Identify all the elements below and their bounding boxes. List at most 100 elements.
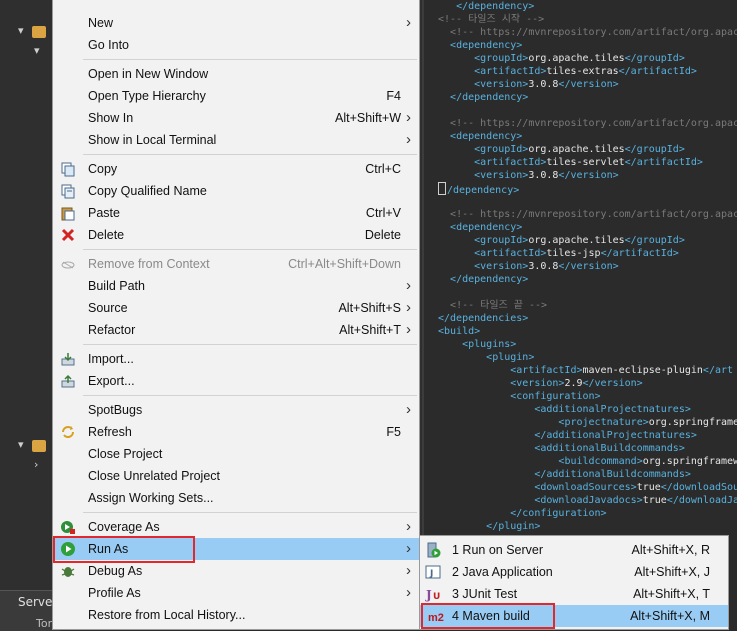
menu-item-refactor[interactable]: Refactor Alt+Shift+T › — [53, 319, 419, 341]
menu-item-open-in-new-window[interactable]: Open in New Window — [53, 63, 419, 85]
xml-tag: <dependency> — [450, 40, 523, 51]
code-line[interactable]: <version>3.0.8</version> — [438, 78, 619, 91]
paste-icon — [60, 205, 76, 221]
menu-item-label: Close Project — [88, 447, 163, 461]
submenu-item-shortcut: Alt+Shift+X, J — [634, 565, 710, 579]
code-line[interactable]: <plugins> — [438, 338, 516, 351]
submenu-item-3-junit-test[interactable]: JU 3 JUnit Test Alt+Shift+X, T — [420, 583, 728, 605]
code-line[interactable]: <version>3.0.8</version> — [438, 260, 619, 273]
menu-item-spotbugs[interactable]: SpotBugs › — [53, 399, 419, 421]
xml-tag: <downloadJavadocs> — [534, 495, 643, 506]
svg-text:J: J — [429, 569, 433, 579]
code-line[interactable]: <!-- https://mvnrepository.com/artifact/… — [438, 208, 737, 221]
code-line[interactable]: <build> — [438, 325, 480, 338]
menu-item-assign-working-sets[interactable]: Assign Working Sets... — [53, 487, 419, 509]
code-line[interactable]: <additionalBuildcommands> — [438, 442, 685, 455]
menu-item-label: Close Unrelated Project — [88, 469, 221, 483]
copy-qualified-name-icon — [60, 183, 76, 199]
menu-item-restore-from-local-history[interactable]: Restore from Local History... — [53, 604, 419, 626]
menu-item-label: Show In — [88, 111, 134, 125]
menu-item-delete[interactable]: Delete Delete — [53, 224, 419, 246]
menu-item-label: Copy Qualified Name — [88, 184, 207, 198]
submenu-item-2-java-application[interactable]: J 2 Java Application Alt+Shift+X, J — [420, 561, 728, 583]
code-line[interactable]: <artifactId>tiles-servlet</artifactId> — [438, 156, 703, 169]
xml-text: org.apache.tiles — [528, 235, 625, 246]
xml-comment: <!-- 타일즈 시작 --> — [438, 14, 545, 25]
code-line[interactable]: <groupId>org.apache.tiles</groupId> — [438, 143, 685, 156]
menu-item-import[interactable]: Import... — [53, 348, 419, 370]
xml-tag: </groupId> — [624, 235, 685, 246]
xml-tag: <projectnature> — [558, 417, 649, 428]
code-line[interactable]: <version>2.9</version> — [438, 377, 642, 390]
xml-comment: <!-- 타일즈 끝 --> — [450, 300, 548, 311]
menu-item-label: Restore from Local History... — [88, 608, 246, 622]
xml-tag: <groupId> — [474, 53, 529, 64]
code-line[interactable]: </dependency> — [438, 273, 528, 286]
code-line[interactable]: <!-- https://mvnrepository.com/artifact/… — [438, 26, 737, 39]
xml-tag: </art — [702, 365, 734, 376]
code-line[interactable]: </additionalBuildcommands> — [438, 468, 691, 481]
menu-item-show-in-local-terminal[interactable]: Show in Local Terminal › — [53, 129, 419, 151]
menu-item-label: Build Path — [88, 279, 145, 293]
menu-item-debug-as[interactable]: Debug As › — [53, 560, 419, 582]
menu-item-copy[interactable]: Copy Ctrl+C — [53, 158, 419, 180]
code-line[interactable]: <groupId>org.apache.tiles</groupId> — [438, 52, 685, 65]
code-line[interactable]: </plugin> — [438, 520, 540, 533]
menu-item-paste[interactable]: Paste Ctrl+V — [53, 202, 419, 224]
code-line[interactable]: <artifactId>maven-eclipse-plugin</art — [438, 364, 733, 377]
code-line[interactable]: </dependency> — [438, 0, 534, 13]
menu-item-label: Delete — [88, 228, 125, 242]
code-line[interactable]: <!-- 타일즈 시작 --> — [438, 13, 544, 26]
code-line[interactable]: <dependency> — [438, 130, 522, 143]
code-line[interactable]: </dependency> — [438, 91, 528, 104]
xml-tag: <groupId> — [474, 235, 529, 246]
menu-item-close-unrelated-project[interactable]: Close Unrelated Project — [53, 465, 419, 487]
code-line[interactable]: /dependency> — [438, 182, 520, 196]
menu-item-open-type-hierarchy[interactable]: Open Type Hierarchy F4 — [53, 85, 419, 107]
menu-separator — [83, 344, 417, 345]
menu-separator — [83, 512, 417, 513]
menu-item-coverage-as[interactable]: Coverage As › — [53, 516, 419, 538]
menu-item-source[interactable]: Source Alt+Shift+S › — [53, 297, 419, 319]
menu-item-build-path[interactable]: Build Path › — [53, 275, 419, 297]
menu-item-go-into[interactable]: Go Into — [53, 34, 419, 56]
run-as-submenu: 1 Run on Server Alt+Shift+X, R J 2 Java App… — [419, 535, 729, 630]
code-line[interactable]: <configuration> — [438, 390, 600, 403]
code-line[interactable]: </additionalProjectnatures> — [438, 429, 697, 442]
code-line[interactable]: <!-- 타일즈 끝 --> — [438, 299, 547, 312]
xml-tag: /dependency> — [447, 185, 520, 196]
menu-item-profile-as[interactable]: Profile As › — [53, 582, 419, 604]
menu-item-export[interactable]: Export... — [53, 370, 419, 392]
menu-item-refresh[interactable]: Refresh F5 — [53, 421, 419, 443]
code-line[interactable]: <version>3.0.8</version> — [438, 169, 619, 182]
submenu-item-1-run-on-server[interactable]: 1 Run on Server Alt+Shift+X, R — [420, 539, 728, 561]
code-line[interactable]: <additionalProjectnatures> — [438, 403, 691, 416]
menu-item-close-project[interactable]: Close Project — [53, 443, 419, 465]
code-line[interactable]: <downloadJavadocs>true</downloadJa — [438, 494, 737, 507]
code-line[interactable]: <!-- https://mvnrepository.com/artifact/… — [438, 117, 737, 130]
code-line[interactable]: <downloadSources>true</downloadSou — [438, 481, 737, 494]
menu-item-copy-qualified-name[interactable]: Copy Qualified Name — [53, 180, 419, 202]
code-line[interactable]: <dependency> — [438, 39, 522, 52]
code-line[interactable]: </dependencies> — [438, 312, 528, 325]
submenu-arrow-icon: › — [406, 584, 411, 601]
code-line[interactable]: <plugin> — [438, 351, 534, 364]
code-line[interactable]: <artifactId>tiles-jsp</artifactId> — [438, 247, 679, 260]
code-line[interactable]: <artifactId>tiles-extras</artifactId> — [438, 65, 697, 78]
menu-item-show-in[interactable]: Show In Alt+Shift+W › — [53, 107, 419, 129]
code-line[interactable]: <projectnature>org.springframe — [438, 416, 737, 429]
run-on-server-icon — [425, 542, 441, 558]
submenu-arrow-icon: › — [406, 131, 411, 148]
menu-item-new[interactable]: New › — [53, 12, 419, 34]
code-line[interactable]: <buildcommand>org.springframew — [438, 455, 737, 468]
code-line[interactable]: <groupId>org.apache.tiles</groupId> — [438, 234, 685, 247]
code-line[interactable]: <dependency> — [438, 221, 522, 234]
code-line[interactable]: </configuration> — [438, 507, 606, 520]
